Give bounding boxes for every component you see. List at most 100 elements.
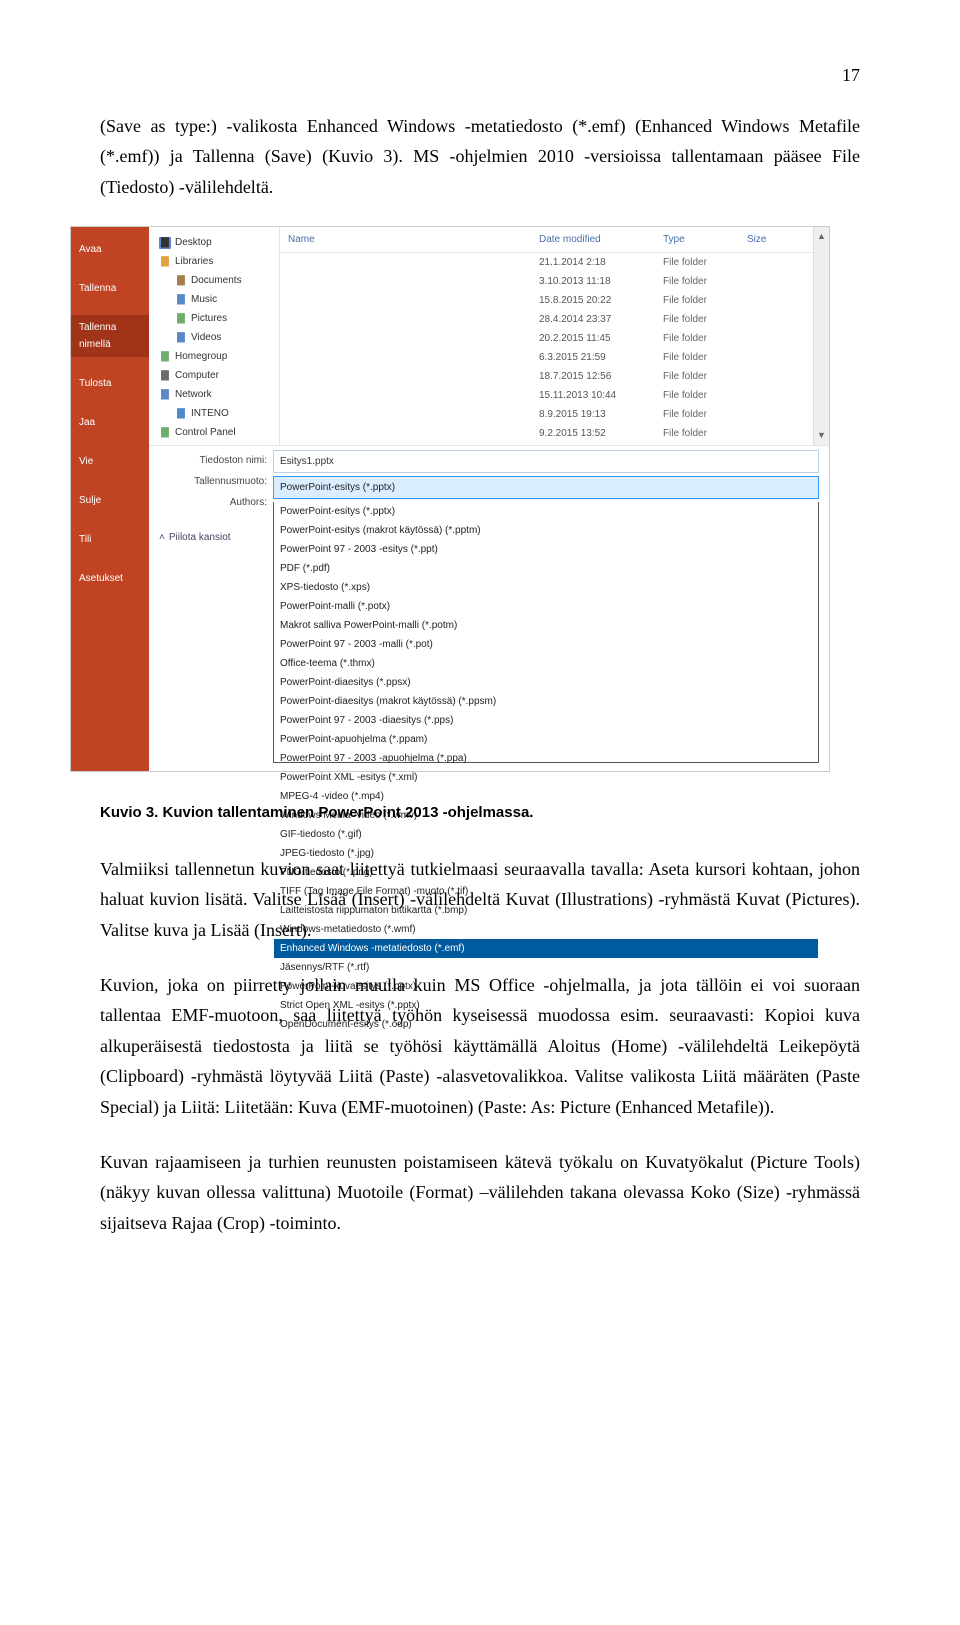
savetype-option[interactable]: Windows-metatiedosto (*.wmf) xyxy=(274,920,818,939)
backstage-item[interactable]: Asetukset xyxy=(71,566,149,591)
backstage-item[interactable]: Avaa xyxy=(71,237,149,262)
savetype-option[interactable]: Enhanced Windows -metatiedosto (*.emf) xyxy=(274,939,818,958)
tree-item[interactable]: ▇Music xyxy=(155,290,273,309)
backstage-item[interactable]: Vie xyxy=(71,449,149,474)
file-type: File folder xyxy=(663,273,743,290)
table-row[interactable]: 6.3.2015 21:59File folder xyxy=(286,348,807,367)
file-date: 8.9.2015 19:13 xyxy=(539,406,659,423)
backstage-item[interactable]: Tallenna xyxy=(71,276,149,301)
tree-item[interactable]: ▇Desktop xyxy=(155,233,273,252)
savetype-option[interactable]: PDF (*.pdf) xyxy=(274,559,818,578)
folder-tree[interactable]: ▇Desktop▇Libraries▇Documents▇Music▇Pictu… xyxy=(149,227,280,445)
savetype-option[interactable]: PowerPoint-diaesitys (makrot käytössä) (… xyxy=(274,692,818,711)
col-name[interactable]: Name xyxy=(288,231,535,248)
file-name xyxy=(286,330,535,347)
savetype-option[interactable]: GIF-tiedosto (*.gif) xyxy=(274,825,818,844)
backstage-item[interactable]: Tili xyxy=(71,527,149,552)
tree-item[interactable]: ▇Libraries xyxy=(155,252,273,271)
backstage-item[interactable]: Sulje xyxy=(71,488,149,513)
table-row[interactable]: 8.9.2015 19:13File folder xyxy=(286,405,807,424)
savetype-select[interactable]: PowerPoint-esitys (*.pptx) xyxy=(273,476,819,499)
table-row[interactable]: 20.2.2015 11:45File folder xyxy=(286,329,807,348)
table-row[interactable]: 28.4.2014 23:37File folder xyxy=(286,310,807,329)
tree-item-label: Libraries xyxy=(175,253,213,270)
file-name xyxy=(286,273,535,290)
savetype-option[interactable]: PowerPoint-esitys (*.pptx) xyxy=(274,502,818,521)
backstage-item[interactable]: Tulosta xyxy=(71,371,149,396)
folder-icon: ▇ xyxy=(159,237,171,249)
file-name xyxy=(286,425,535,442)
tree-item-label: INTENO xyxy=(191,405,229,422)
savetype-option[interactable]: PowerPoint-esitys (makrot käytössä) (*.p… xyxy=(274,521,818,540)
tree-item-label: Network xyxy=(175,386,212,403)
tree-item-label: Control Panel xyxy=(175,424,236,441)
file-date: 3.10.2013 11:18 xyxy=(539,273,659,290)
savetype-option[interactable]: Makrot salliva PowerPoint-malli (*.potm) xyxy=(274,616,818,635)
file-date: 15.8.2015 20:22 xyxy=(539,292,659,309)
folder-icon: ▇ xyxy=(175,332,187,344)
file-name xyxy=(286,349,535,366)
col-date[interactable]: Date modified xyxy=(539,231,659,248)
tree-item[interactable]: ▇ Pictures xyxy=(155,309,273,328)
hide-folders-button[interactable]: ˄ Piilota kansiot xyxy=(159,511,267,546)
file-name xyxy=(286,311,535,328)
savetype-option[interactable]: PowerPoint XML -esitys (*.xml) xyxy=(274,768,818,787)
file-type: File folder xyxy=(663,330,743,347)
scroll-down-icon[interactable]: ▼ xyxy=(814,426,829,445)
backstage-item[interactable]: Jaa xyxy=(71,410,149,435)
file-size xyxy=(747,273,807,290)
tree-item[interactable]: ▇Computer xyxy=(155,366,273,385)
tree-item[interactable]: ▇Documents xyxy=(155,271,273,290)
page-number: 17 xyxy=(100,60,860,91)
tree-item-label: Homegroup xyxy=(175,348,227,365)
savetype-option[interactable]: PowerPoint-malli (*.potx) xyxy=(274,597,818,616)
tree-item[interactable]: ▇INTENO xyxy=(155,404,273,423)
file-type: File folder xyxy=(663,292,743,309)
savetype-dropdown[interactable]: PowerPoint-esitys (*.pptx)PowerPoint-esi… xyxy=(273,502,819,763)
paragraph-4: Kuvan rajaamiseen ja turhien reunusten p… xyxy=(100,1147,860,1239)
savetype-option[interactable]: XPS-tiedosto (*.xps) xyxy=(274,578,818,597)
tree-item-label: Videos xyxy=(191,329,221,346)
savetype-option[interactable]: PowerPoint-diaesitys (*.ppsx) xyxy=(274,673,818,692)
scrollbar[interactable]: ▲ ▼ xyxy=(813,227,829,445)
tree-item[interactable]: ▇Control Panel xyxy=(155,423,273,442)
tree-item[interactable]: ▇Network xyxy=(155,385,273,404)
tree-item-label: Computer xyxy=(175,367,219,384)
file-size xyxy=(747,425,807,442)
tree-item[interactable]: ▇ Videos xyxy=(155,328,273,347)
savetype-option[interactable]: PowerPoint-apuohjelma (*.ppam) xyxy=(274,730,818,749)
file-date: 15.11.2013 10:44 xyxy=(539,387,659,404)
file-date: 9.2.2015 13:52 xyxy=(539,425,659,442)
filename-input[interactable]: Esitys1.pptx xyxy=(273,450,819,473)
table-row[interactable]: 15.8.2015 20:22File folder xyxy=(286,291,807,310)
folder-icon: ▇ xyxy=(175,275,187,287)
paragraph-1: (Save as type:) -valikosta Enhanced Wind… xyxy=(100,111,860,203)
file-type: File folder xyxy=(663,368,743,385)
table-row[interactable]: 3.10.2013 11:18File folder xyxy=(286,272,807,291)
file-type: File folder xyxy=(663,349,743,366)
file-size xyxy=(747,330,807,347)
tree-item-label: Pictures xyxy=(191,310,227,327)
file-date: 20.2.2015 11:45 xyxy=(539,330,659,347)
chevron-up-icon: ˄ xyxy=(159,529,165,546)
savetype-option[interactable]: PowerPoint 97 - 2003 -diaesitys (*.pps) xyxy=(274,711,818,730)
file-name xyxy=(286,387,535,404)
savetype-option[interactable]: Office-teema (*.thmx) xyxy=(274,654,818,673)
savetype-option[interactable]: PowerPoint 97 - 2003 -malli (*.pot) xyxy=(274,635,818,654)
tree-item[interactable]: ▇Homegroup xyxy=(155,347,273,366)
file-type: File folder xyxy=(663,387,743,404)
col-size[interactable]: Size xyxy=(747,231,807,248)
col-type[interactable]: Type xyxy=(663,231,743,248)
authors-label: Authors: xyxy=(159,494,267,511)
scroll-up-icon[interactable]: ▲ xyxy=(814,227,829,246)
file-list[interactable]: Name Date modified Type Size 21.1.2014 2… xyxy=(280,227,813,445)
backstage-item[interactable]: Tallenna nimellä xyxy=(71,315,149,357)
savetype-option[interactable]: PowerPoint 97 - 2003 -apuohjelma (*.ppa) xyxy=(274,749,818,768)
table-row[interactable]: 9.2.2015 13:52File folder xyxy=(286,424,807,443)
backstage-sidebar: Avaa Tallenna Tallenna nimellä Tulosta Jaa Vi… xyxy=(71,227,149,771)
table-row[interactable]: 18.7.2015 12:56File folder xyxy=(286,367,807,386)
savetype-option[interactable]: PowerPoint 97 - 2003 -esitys (*.ppt) xyxy=(274,540,818,559)
folder-icon: ▇ xyxy=(175,313,187,325)
table-row[interactable]: 15.11.2013 10:44File folder xyxy=(286,386,807,405)
table-row[interactable]: 21.1.2014 2:18File folder xyxy=(286,253,807,272)
